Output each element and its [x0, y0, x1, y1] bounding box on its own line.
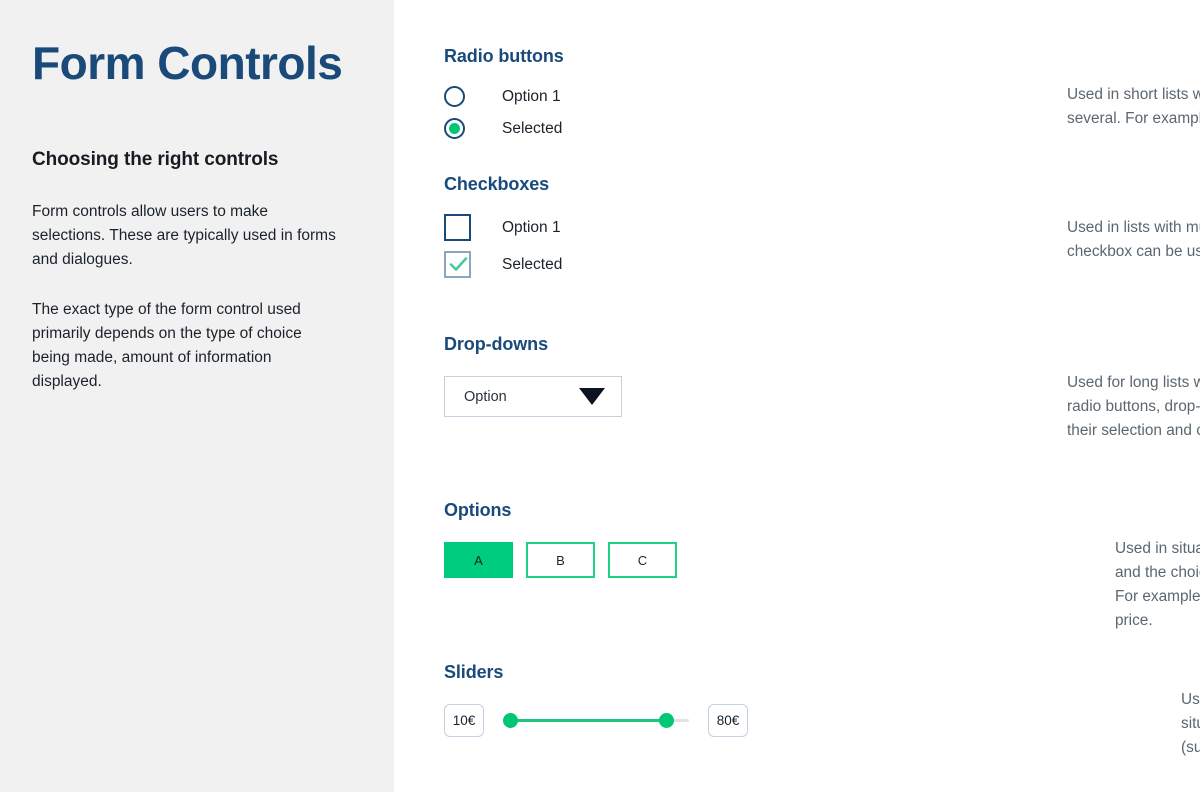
- section-options: Options A B C Used in situations where u…: [394, 500, 1200, 629]
- sidebar-paragraph-2: The exact type of the form control used …: [32, 301, 302, 390]
- check-mark-icon: [449, 257, 468, 271]
- checkbox-checked-icon[interactable]: [444, 251, 471, 278]
- dropdown-select[interactable]: Option: [444, 376, 622, 417]
- slider-handle-max[interactable]: [659, 713, 674, 728]
- checkbox-option-unselected-label: Option 1: [502, 218, 561, 236]
- option-button-a[interactable]: A: [444, 542, 513, 578]
- range-slider[interactable]: 10€ 80€: [444, 704, 1200, 737]
- section-dropdowns: Drop-downs Option Used for long lists wi…: [394, 334, 1200, 439]
- radio-option-unselected-label: Option 1: [502, 87, 561, 105]
- sidebar: Form Controls Choosing the right control…: [0, 0, 394, 792]
- sidebar-paragraph-1: Form controls allow users to make select…: [32, 203, 336, 268]
- form-controls-page: Form Controls Choosing the right control…: [0, 0, 1200, 792]
- section-radio-buttons: Radio buttons Option 1 Selected Used in …: [394, 46, 1200, 139]
- radio-section-heading: Radio buttons: [444, 46, 564, 66]
- radio-dot-icon: [449, 123, 460, 134]
- main-content: Radio buttons Option 1 Selected Used in …: [394, 0, 1200, 792]
- page-title: Form Controls: [32, 37, 343, 89]
- sidebar-subtitle: Choosing the right controls: [32, 149, 279, 170]
- sliders-section-heading: Sliders: [444, 662, 504, 682]
- option-button-c[interactable]: C: [608, 542, 677, 578]
- radio-description: Used in short lists where the visitor ne…: [1067, 86, 1200, 127]
- slider-track[interactable]: [503, 711, 689, 731]
- radio-selected-icon[interactable]: [444, 118, 465, 139]
- dropdown-section-heading: Drop-downs: [444, 334, 548, 354]
- section-checkboxes: Checkboxes Option 1 Selected Used in lis…: [394, 174, 1200, 278]
- option-button-b[interactable]: B: [526, 542, 595, 578]
- dropdown-selected-value: Option: [464, 388, 507, 405]
- chevron-down-icon[interactable]: [579, 388, 605, 405]
- radio-option-selected-label: Selected: [502, 119, 563, 137]
- options-section-heading: Options: [444, 500, 512, 520]
- slider-max-value-input[interactable]: 80€: [708, 704, 748, 737]
- slider-track-fill: [508, 719, 666, 722]
- checkbox-description: Used in lists with multiple possible sel…: [1067, 219, 1200, 260]
- dropdown-description: Used for long lists with a single select…: [1067, 374, 1200, 439]
- options-button-group: A B C: [444, 542, 1200, 578]
- slider-handle-min[interactable]: [503, 713, 518, 728]
- checkbox-section-heading: Checkboxes: [444, 174, 550, 194]
- sliders-description: Used to help users select a range, parti…: [1181, 691, 1200, 756]
- checkbox-unchecked-icon[interactable]: [444, 214, 471, 241]
- checkbox-option-selected-label: Selected: [502, 255, 563, 273]
- radio-unselected-icon[interactable]: [444, 86, 465, 107]
- slider-min-value-input[interactable]: 10€: [444, 704, 484, 737]
- options-description: Used in situations where user has max. 4…: [1115, 540, 1200, 629]
- section-sliders: Sliders 10€ 80€ Used to help users selec…: [394, 662, 1200, 756]
